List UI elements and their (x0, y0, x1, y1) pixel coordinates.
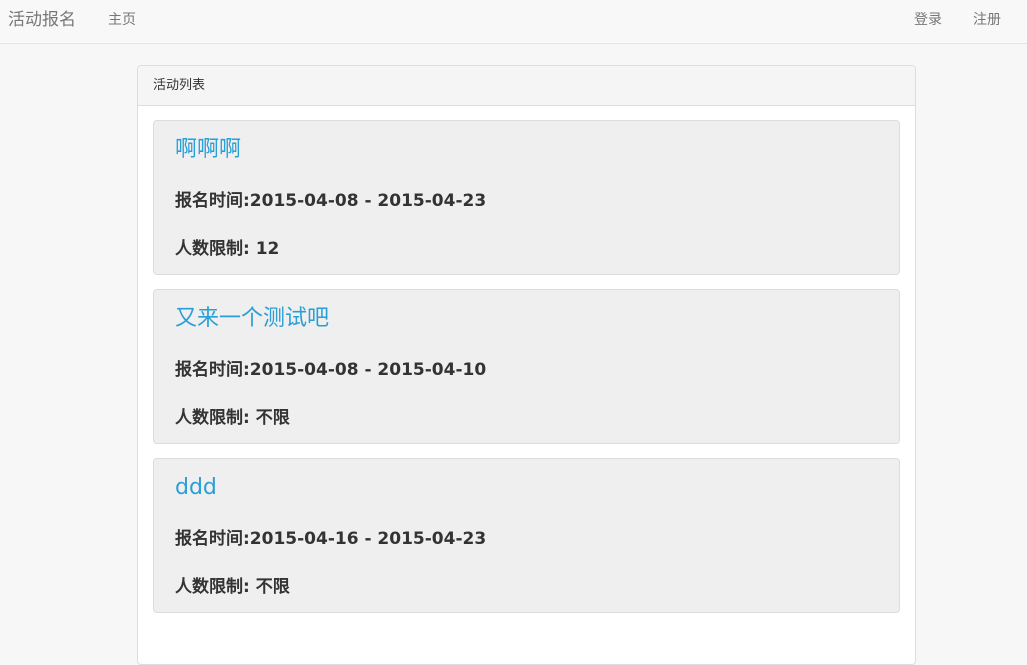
nav-home-link[interactable]: 主页 (108, 0, 136, 40)
activity-participant-limit: 人数限制: 不限 (175, 408, 290, 428)
activity-signup-time: 报名时间:2015-04-16 - 2015-04-23 (175, 529, 487, 549)
top-navbar: 活动报名 主页 登录 注册 (0, 0, 1027, 44)
activity-title-link[interactable]: ddd (175, 472, 217, 504)
activity-signup-time: 报名时间:2015-04-08 - 2015-04-23 (175, 191, 487, 211)
activity-card: 又来一个测试吧 报名时间:2015-04-08 - 2015-04-10 人数限… (153, 289, 900, 444)
activity-title-link[interactable]: 又来一个测试吧 (175, 303, 329, 335)
activity-card: 啊啊啊 报名时间:2015-04-08 - 2015-04-23 人数限制: 1… (153, 120, 900, 275)
activity-list-panel: 活动列表 啊啊啊 报名时间:2015-04-08 - 2015-04-23 人数… (137, 65, 916, 665)
activity-participant-limit: 人数限制: 12 (175, 239, 280, 259)
nav-login-link[interactable]: 登录 (914, 0, 942, 40)
activity-title-link[interactable]: 啊啊啊 (175, 134, 241, 166)
activity-participant-limit: 人数限制: 不限 (175, 577, 290, 597)
activity-card: ddd 报名时间:2015-04-16 - 2015-04-23 人数限制: 不… (153, 458, 900, 613)
activity-signup-time: 报名时间:2015-04-08 - 2015-04-10 (175, 360, 487, 380)
nav-register-link[interactable]: 注册 (973, 0, 1001, 40)
panel-heading: 活动列表 (138, 66, 915, 106)
brand-link[interactable]: 活动报名 (8, 0, 76, 40)
